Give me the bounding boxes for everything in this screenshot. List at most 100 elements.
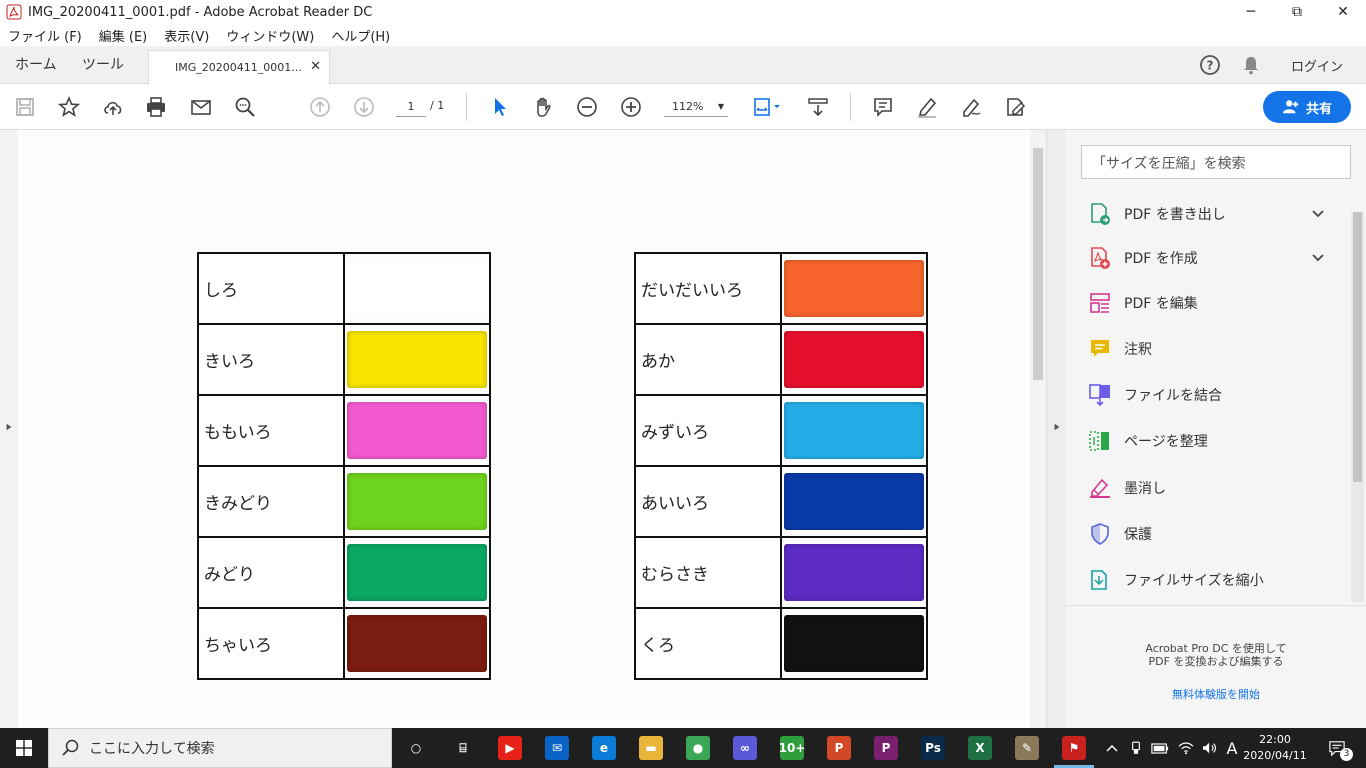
upgrade-promo: Acrobat Pro DC を使用して PDF を変換および編集する 無料体験… bbox=[1066, 605, 1366, 728]
collapse-right-panel-icon[interactable] bbox=[1053, 422, 1061, 432]
login-link[interactable]: ログイン bbox=[1291, 56, 1343, 75]
tab-tools[interactable]: ツール bbox=[82, 46, 124, 84]
ime-indicator[interactable]: A bbox=[1222, 728, 1242, 768]
document-scrollbar[interactable] bbox=[1030, 130, 1046, 728]
start-button[interactable] bbox=[0, 728, 48, 768]
powerpoint-icon[interactable]: P bbox=[827, 736, 851, 760]
chrome-icon[interactable]: ● bbox=[686, 736, 710, 760]
color-swatch-cell bbox=[343, 607, 491, 680]
timeline-icon[interactable]: ⌸ bbox=[451, 736, 475, 760]
menu-bar: ファイル (F) 編集 (E) 表示(V) ウィンドウ(W) ヘルプ(H) bbox=[0, 24, 1366, 46]
comment-icon bbox=[1091, 340, 1109, 357]
close-tab-icon[interactable]: ✕ bbox=[310, 59, 321, 74]
show-hidden-icons-chevron-icon[interactable] bbox=[1104, 728, 1120, 768]
tool-label: PDF を作成 bbox=[1124, 251, 1198, 267]
tool-comment[interactable]: 注釈 bbox=[1088, 336, 1152, 362]
menu-file[interactable]: ファイル (F) bbox=[8, 26, 82, 45]
tool-protect[interactable]: 保護 bbox=[1088, 521, 1152, 547]
zoom-in-icon[interactable] bbox=[618, 95, 644, 119]
wifi-icon[interactable] bbox=[1176, 728, 1196, 768]
tool-compress[interactable]: ファイルサイズを縮小 bbox=[1088, 567, 1264, 593]
scroll-mode-icon[interactable] bbox=[805, 95, 831, 119]
photoshop-icon[interactable]: Ps bbox=[921, 736, 945, 760]
color-table-row: だいだいいろ bbox=[634, 252, 928, 325]
acrobat-icon[interactable]: ⚑ bbox=[1062, 736, 1086, 760]
notification-center-icon[interactable]: 3 bbox=[1322, 728, 1353, 768]
maximize-button[interactable]: ⧉ bbox=[1274, 0, 1320, 24]
menu-view[interactable]: 表示(V) bbox=[164, 26, 209, 45]
tools-scrollbar[interactable] bbox=[1351, 212, 1364, 602]
upload-cloud-icon[interactable] bbox=[100, 95, 126, 119]
right-panel-divider[interactable] bbox=[1046, 130, 1066, 728]
highlight-pen-icon[interactable] bbox=[914, 95, 940, 119]
next-page-icon[interactable] bbox=[351, 95, 377, 119]
share-button[interactable]: 共有 bbox=[1263, 91, 1351, 123]
document-viewer[interactable]: しろ きいろ ももいろ きみどり みどり ちゃいろ だいだいいろ あか みずいろ あいいろ むらさ… bbox=[18, 130, 1030, 728]
menu-window[interactable]: ウィンドウ(W) bbox=[226, 26, 314, 45]
tool-edit-pdf[interactable]: PDF を編集 bbox=[1088, 290, 1198, 316]
comment-icon[interactable] bbox=[870, 95, 896, 119]
search-icon bbox=[62, 739, 79, 756]
taskbar-search-input[interactable]: ここに入力して検索 bbox=[48, 728, 392, 768]
menu-help[interactable]: ヘルプ(H) bbox=[331, 26, 390, 45]
tool-combine-files[interactable]: ファイルを結合 bbox=[1088, 382, 1222, 408]
close-window-button[interactable]: ✕ bbox=[1320, 0, 1366, 24]
fill-sign-icon[interactable] bbox=[1002, 95, 1028, 119]
save-icon[interactable] bbox=[12, 95, 38, 119]
color-swatch-cell bbox=[780, 252, 928, 325]
color-name-cell: くろ bbox=[634, 607, 782, 680]
color-table-row: あいいろ bbox=[634, 465, 928, 538]
color-swatch-cell bbox=[780, 607, 928, 680]
taskbar-clock[interactable]: 22:00 2020/04/11 bbox=[1240, 732, 1310, 764]
notification-bell-icon[interactable] bbox=[1240, 54, 1262, 76]
battery-icon[interactable] bbox=[1150, 728, 1170, 768]
tool-export-pdf[interactable]: PDF を書き出し bbox=[1088, 201, 1324, 227]
left-color-table: しろ きいろ ももいろ きみどり みどり ちゃいろ bbox=[197, 252, 491, 680]
toolbar: 1 / 1 112% ▼ 共有 bbox=[0, 85, 1366, 130]
scrollbar-thumb[interactable] bbox=[1033, 148, 1043, 380]
expand-left-panel-icon[interactable] bbox=[5, 422, 13, 432]
explorer-icon[interactable]: ▬ bbox=[639, 736, 663, 760]
chevron-down-icon[interactable] bbox=[1312, 207, 1336, 221]
mail-icon[interactable]: ✉ bbox=[545, 736, 569, 760]
fit-page-icon[interactable] bbox=[750, 95, 784, 119]
edge-icon[interactable]: e bbox=[592, 736, 616, 760]
youtube-icon[interactable]: ▶ bbox=[498, 736, 522, 760]
tab-document[interactable]: IMG_20200411_0001... ✕ bbox=[148, 50, 330, 85]
tab-home[interactable]: ホーム bbox=[15, 46, 57, 84]
zoom-out-icon[interactable] bbox=[574, 95, 600, 119]
start-trial-link[interactable]: 無料体験版を開始 bbox=[1066, 686, 1366, 702]
sign-icon[interactable] bbox=[958, 95, 984, 119]
tool-create-pdf[interactable]: PDF を作成 bbox=[1088, 245, 1324, 271]
excel-icon[interactable]: X bbox=[968, 736, 992, 760]
previous-page-icon[interactable] bbox=[307, 95, 333, 119]
infinity-icon[interactable]: ∞ bbox=[733, 736, 757, 760]
publisher-like-icon[interactable]: P bbox=[874, 736, 898, 760]
star-icon[interactable] bbox=[56, 95, 82, 119]
tool-label: ファイルを結合 bbox=[1124, 388, 1222, 404]
tool-search-input[interactable]: 「サイズを圧縮」を検索 bbox=[1081, 145, 1351, 179]
page-number-input[interactable]: 1 bbox=[396, 97, 426, 117]
help-icon[interactable]: ? bbox=[1199, 54, 1221, 76]
usb-device-icon[interactable] bbox=[1128, 728, 1144, 768]
print-icon[interactable] bbox=[143, 95, 169, 119]
export-pdf-icon bbox=[1091, 203, 1110, 225]
menu-edit[interactable]: 編集 (E) bbox=[99, 26, 148, 45]
minimize-button[interactable]: ─ bbox=[1228, 0, 1274, 24]
calendar-10-icon[interactable]: 10+ bbox=[779, 736, 805, 760]
scrollbar-thumb[interactable] bbox=[1353, 212, 1362, 482]
select-cursor-icon[interactable] bbox=[487, 95, 513, 119]
chevron-down-icon[interactable] bbox=[1312, 251, 1336, 265]
color-name-cell: あか bbox=[634, 323, 782, 396]
find-icon[interactable] bbox=[232, 95, 258, 119]
zoom-select[interactable]: 112% ▼ bbox=[664, 97, 728, 117]
tool-label: ファイルサイズを縮小 bbox=[1124, 573, 1264, 589]
hand-tool-icon[interactable] bbox=[530, 95, 556, 119]
paint-icon[interactable]: ✎ bbox=[1015, 736, 1039, 760]
tool-organize-pages[interactable]: ページを整理 bbox=[1088, 428, 1208, 454]
mail-icon[interactable] bbox=[188, 95, 214, 119]
volume-icon[interactable] bbox=[1200, 728, 1220, 768]
left-panel-collapsed[interactable] bbox=[0, 130, 18, 728]
tool-redact[interactable]: 墨消し bbox=[1088, 475, 1166, 501]
task-view-icon[interactable]: ○ bbox=[404, 736, 428, 760]
